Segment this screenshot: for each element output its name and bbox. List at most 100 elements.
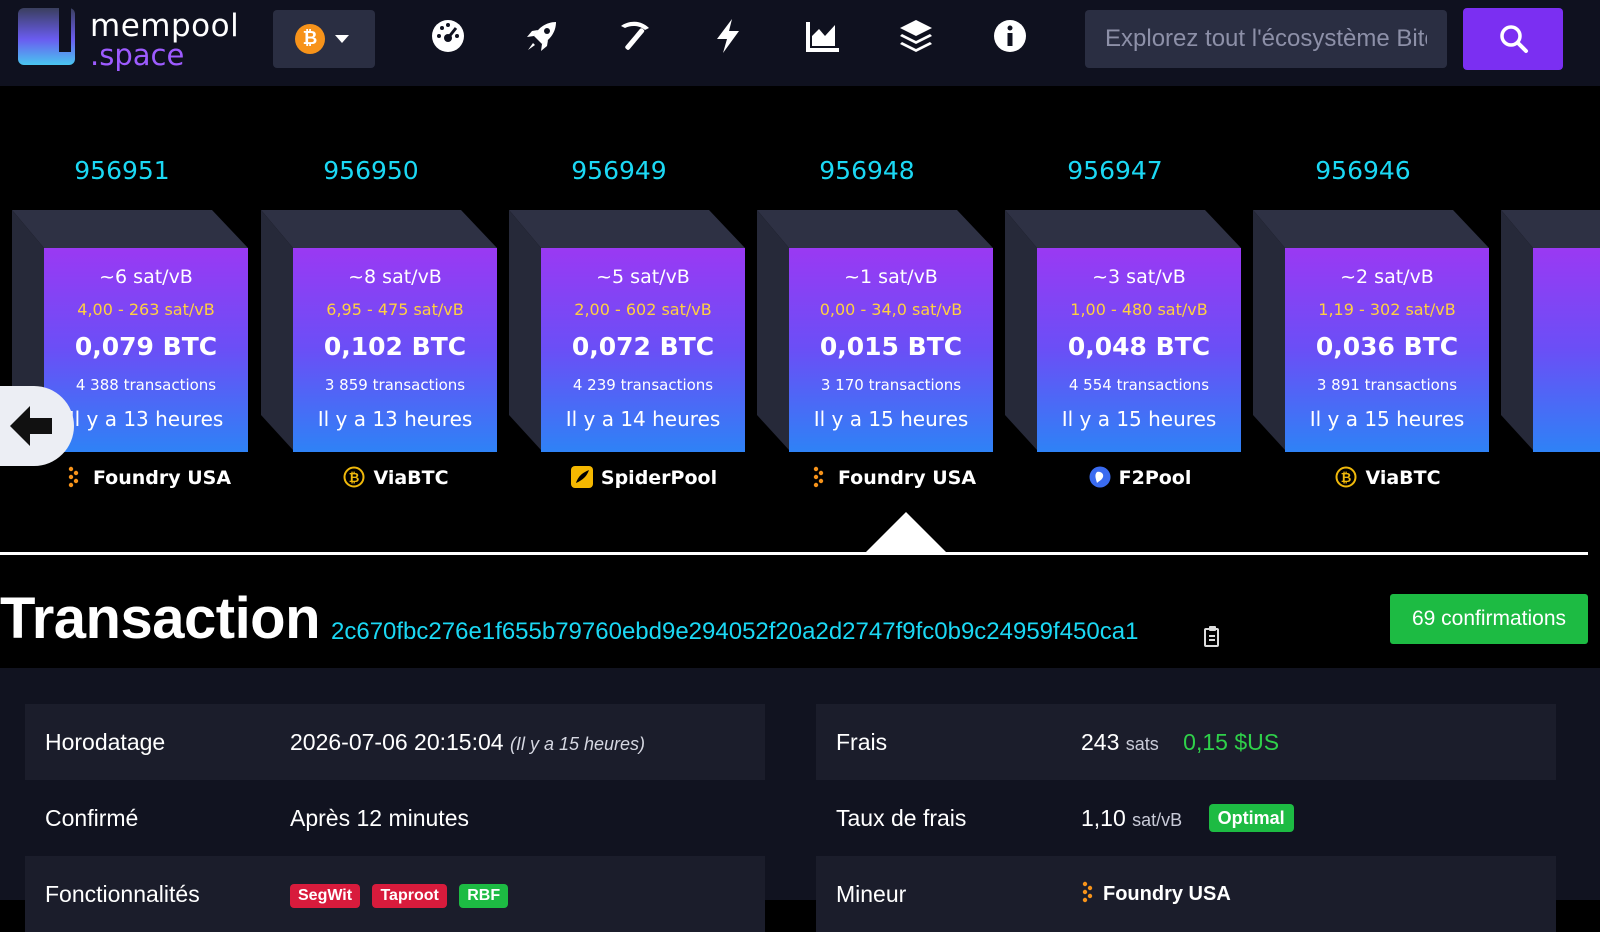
block-card[interactable]: 956947 ~3 sat/vB 1,00 - 480 sat/vB 0,048… [995,86,1241,506]
confirmed-row: Confirmé Après 12 minutes [25,780,765,856]
confirmations-badge: 69 confirmations [1390,594,1588,644]
segwit-badge[interactable]: SegWit [290,883,361,908]
fee-usd: 0,15 $US [1183,729,1280,755]
block-time: Il y a 13 heures [68,407,224,431]
features-list: SegWit Taproot RBF [290,856,514,932]
block-height-link[interactable]: 956951 [2,156,242,185]
taproot-badge[interactable]: Taproot [372,883,447,908]
arrow-left-icon [10,406,52,446]
miner-label: Mineur [836,881,907,907]
block-top-face [261,210,497,248]
block-height-link[interactable]: 956950 [251,156,491,185]
block-height-link[interactable]: 956947 [995,156,1235,185]
fee-rate-number: 1,10 [1081,805,1126,831]
block-pool[interactable]: Foundry USA [747,466,1037,489]
block-pool[interactable]: ₿ ViaBTC [251,466,541,489]
logo-text-space: .space [90,38,185,72]
block-top-face [757,210,993,248]
block-face[interactable]: ~6 sat/vB 4,00 - 263 sat/vB 0,079 BTC 4 … [44,248,248,452]
txid-link[interactable]: 2c670fbc276e1f655b79760ebd9e294052f20a2d… [331,618,1138,646]
info-icon[interactable] [990,16,1030,56]
block-fee-range: 4,00 - 263 sat/vB [77,300,215,319]
block-face[interactable] [1533,248,1600,452]
bitcoin-icon: ₿ [295,24,325,54]
pool-name: F2Pool [1118,467,1192,489]
block-pool[interactable]: ₿ ViaBTC [1243,466,1533,489]
miner-row: Mineur Foundry USA [816,856,1556,932]
rbf-badge[interactable]: RBF [459,883,509,908]
block-pool[interactable]: F2Pool [995,466,1285,489]
block-top-face [509,210,745,248]
pool-name: ViaBTC [1365,467,1441,489]
block-total-fees: 0,102 BTC [323,332,467,361]
fee-rate-value: 1,10 sat/vB Optimal [1081,780,1294,858]
f2pool-icon [1089,466,1111,488]
miner-value[interactable]: Foundry USA [1081,856,1231,932]
block-face[interactable]: ~1 sat/vB 0,00 - 34,0 sat/vB 0,015 BTC 3… [789,248,993,452]
timestamp-row: Horodatage 2026-07-06 20:15:04 (Il y a 1… [25,704,765,780]
mempool-logo[interactable]: mempool .space [18,8,258,72]
svg-text:₿: ₿ [1341,471,1352,486]
block-height-link[interactable]: 956948 [747,156,987,185]
block-face[interactable]: ~8 sat/vB 6,95 - 475 sat/vB 0,102 BTC 3 … [293,248,497,452]
block-time: Il y a 15 heures [1309,407,1465,431]
block-tx-count: 4 239 transactions [572,376,714,394]
block-tx-count: 3 170 transactions [820,376,962,394]
graphs-icon[interactable] [803,16,843,56]
block-median-fee: ~8 sat/vB [348,266,442,288]
dashboard-icon[interactable] [428,16,468,56]
block-top-face [12,210,248,248]
block-side-face [261,210,293,450]
fee-value: 243 sats 0,15 $US [1081,704,1279,782]
block-median-fee: ~5 sat/vB [596,266,690,288]
lightning-icon[interactable] [708,16,748,56]
block-total-fees: 0,079 BTC [74,332,218,361]
timestamp-label: Horodatage [45,729,166,755]
network-selector[interactable]: ₿ [273,10,375,68]
timestamp-date: 2026-07-06 20:15:04 [290,729,504,755]
block-median-fee: ~1 sat/vB [844,266,938,288]
block-card[interactable]: 956949 ~5 sat/vB 2,00 - 602 sat/vB 0,072… [499,86,745,506]
copy-icon[interactable] [1203,625,1223,649]
block-face[interactable]: ~3 sat/vB 1,00 - 480 sat/vB 0,048 BTC 4 … [1037,248,1241,452]
mining-icon[interactable] [615,16,655,56]
viabtc-icon: ₿ [1335,466,1357,488]
block-tx-count: 4 554 transactions [1068,376,1210,394]
pool-name: Foundry USA [837,467,977,489]
logo-mark-icon [18,8,75,65]
fee-rate-row: Taux de frais 1,10 sat/vB Optimal [816,780,1556,856]
block-height-link[interactable]: 956949 [499,156,739,185]
block-height-link[interactable]: 956946 [1243,156,1483,185]
block-face[interactable]: ~2 sat/vB 1,19 - 302 sat/vB 0,036 BTC 3 … [1285,248,1489,452]
block-median-fee: ~2 sat/vB [1340,266,1434,288]
block-card-partial[interactable] [1491,86,1600,506]
selected-block-pointer [866,512,946,552]
block-side-face [1501,210,1533,450]
block-card-selected[interactable]: 956948 ~1 sat/vB 0,00 - 34,0 sat/vB 0,01… [747,86,993,506]
block-card[interactable]: 956946 ~2 sat/vB 1,19 - 302 sat/vB 0,036… [1243,86,1489,506]
timestamp-relative: (Il y a 15 heures) [509,734,646,754]
spiderpool-icon [570,466,593,488]
chevron-down-icon [335,35,349,43]
rocket-icon[interactable] [522,16,562,56]
block-side-face [1253,210,1285,450]
block-time: Il y a 15 heures [813,407,969,431]
block-pool[interactable]: SpiderPool [499,466,789,489]
block-card[interactable]: 956950 ~8 sat/vB 6,95 - 475 sat/vB 0,102… [251,86,497,506]
block-face[interactable]: ~5 sat/vB 2,00 - 602 sat/vB 0,072 BTC 4 … [541,248,745,452]
search-button[interactable] [1463,8,1563,70]
blockchain-blocks: 956951 ~6 sat/vB 4,00 - 263 sat/vB 0,079… [0,86,1600,560]
layers-icon[interactable] [896,16,936,56]
timestamp-value: 2026-07-06 20:15:04 (Il y a 15 heures) [290,704,645,782]
block-tx-count: 3 859 transactions [324,376,466,394]
fee-row: Frais 243 sats 0,15 $US [816,704,1556,780]
block-fee-range: 1,00 - 480 sat/vB [1070,300,1208,319]
search-input[interactable] [1085,10,1447,68]
confirmed-value: Après 12 minutes [290,805,469,831]
block-total-fees: 0,048 BTC [1067,332,1211,361]
block-pool[interactable]: Foundry USA [2,466,292,489]
block-fee-range: 2,00 - 602 sat/vB [574,300,712,319]
fee-sats: 243 [1081,729,1120,755]
top-navbar: mempool .space ₿ [0,0,1600,86]
block-total-fees: 0,072 BTC [571,332,715,361]
